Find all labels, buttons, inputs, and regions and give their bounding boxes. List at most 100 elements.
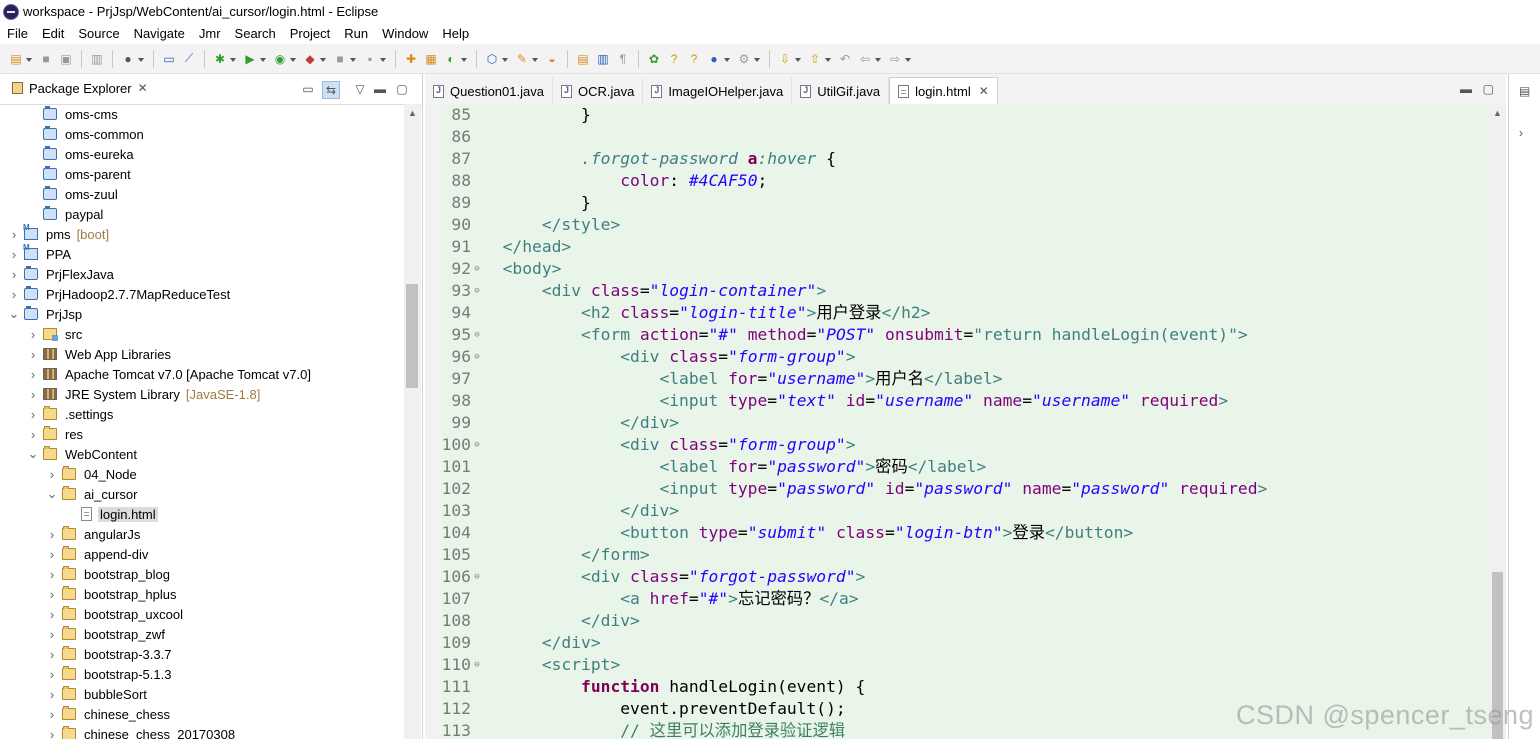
chevron-down-icon[interactable]: ⌄ — [46, 486, 58, 501]
editor-scrollbar[interactable]: ▲ — [1489, 104, 1506, 739]
tree-item[interactable]: › JRE System Library [JavaSE-1.8] — [0, 384, 404, 404]
tree-item[interactable]: › PPA — [0, 243, 404, 264]
code-line[interactable]: 88 color: #4CAF50; — [441, 170, 767, 192]
tree-item[interactable]: oms-parent — [0, 164, 404, 184]
expand-icon[interactable]: › — [1519, 126, 1531, 140]
last-edit-icon[interactable]: ↶ — [837, 51, 853, 67]
new-class-icon[interactable]: ◐ — [443, 51, 467, 67]
annotation-icon[interactable]: ▤ — [575, 51, 591, 67]
code-line[interactable]: 102 <input type="password" id="password"… — [441, 478, 1268, 500]
user-icon[interactable]: ● — [120, 51, 144, 67]
code-line[interactable]: 94 <h2 class="login-title">用户登录</h2> — [441, 302, 930, 324]
show-whitespace-icon[interactable]: ¶ — [615, 51, 631, 67]
code-line[interactable]: 113 // 这里可以添加登录验证逻辑 — [441, 720, 845, 739]
view-menu-icon[interactable]: ▽ — [352, 81, 368, 97]
maximize-icon[interactable]: ▢ — [394, 81, 410, 97]
fold-icon[interactable]: ⊖ — [471, 346, 483, 368]
code-line[interactable]: 107 <a href="#">忘记密码？</a> — [441, 588, 859, 610]
tree-item[interactable]: › src — [0, 324, 404, 344]
pin-icon[interactable]: ⟋ — [181, 51, 197, 67]
editor-tab[interactable]: Question01.java — [425, 78, 553, 104]
chevron-right-icon[interactable]: › — [46, 647, 58, 662]
run-icon[interactable]: ▶ — [242, 51, 266, 67]
fold-icon[interactable]: ⊖ — [471, 258, 483, 280]
code-line[interactable]: 99 </div> — [441, 412, 679, 434]
tree-scrollbar[interactable]: ▲ — [404, 104, 421, 739]
tree-item[interactable]: oms-common — [0, 124, 404, 144]
open-task-icon[interactable]: ◒ — [544, 51, 560, 67]
tree-item[interactable]: › bootstrap-5.1.3 — [0, 664, 404, 684]
tree-item[interactable]: › chinese_chess_20170308 — [0, 724, 404, 739]
fold-icon[interactable]: ⊖ — [471, 654, 483, 676]
terminal-icon[interactable]: ▭ — [161, 51, 177, 67]
new-icon[interactable]: ▤ — [8, 51, 32, 67]
outline-icon[interactable]: ▤ — [1519, 84, 1531, 98]
scroll-up-icon[interactable]: ▲ — [1493, 108, 1502, 118]
code-line[interactable]: 109 </div> — [441, 632, 601, 654]
menu-help[interactable]: Help — [435, 26, 476, 41]
menu-jmr[interactable]: Jmr — [192, 26, 228, 41]
code-line[interactable]: 98 <input type="text" id="username" name… — [441, 390, 1228, 412]
chevron-right-icon[interactable]: › — [27, 387, 39, 402]
stop-icon[interactable]: ■ — [332, 51, 356, 67]
code-editor[interactable]: ▲ 85 } 86 87 .forgot-password a:hover {88… — [425, 104, 1506, 739]
code-line[interactable]: 95 ⊖ <form action="#" method="POST" onsub… — [441, 324, 1247, 346]
code-line[interactable]: 105 </form> — [441, 544, 650, 566]
code-line[interactable]: 97 <label for="username">用户名</label> — [441, 368, 1002, 390]
editor-tab[interactable]: login.html ✕ — [889, 77, 998, 104]
tree-item[interactable]: ⌄ ai_cursor — [0, 484, 404, 504]
code-line[interactable]: 101 <label for="password">密码</label> — [441, 456, 987, 478]
tree-item[interactable]: › append-div — [0, 544, 404, 564]
tree-item[interactable]: › .settings — [0, 404, 404, 424]
back-icon[interactable]: ⇦ — [857, 51, 881, 67]
code-line[interactable]: 110 ⊖ <script> — [441, 654, 621, 676]
tree-item[interactable]: › bootstrap_hplus — [0, 584, 404, 604]
tree-item[interactable]: › PrjHadoop2.7.7MapReduceTest — [0, 284, 404, 304]
fold-icon[interactable]: ⊖ — [471, 434, 483, 456]
print-icon[interactable]: ▥ — [89, 51, 105, 67]
chevron-right-icon[interactable]: › — [46, 587, 58, 602]
close-icon[interactable]: ✕ — [138, 81, 148, 95]
menu-file[interactable]: File — [0, 26, 35, 41]
chevron-right-icon[interactable]: › — [8, 227, 20, 242]
editor-tab[interactable]: ImageIOHelper.java — [643, 78, 793, 104]
open-type-icon[interactable]: ⬡ — [484, 51, 508, 67]
code-line[interactable]: 104 <button type="submit" class="login-b… — [441, 522, 1134, 544]
tree-item[interactable]: › Web App Libraries — [0, 344, 404, 364]
code-line[interactable]: 100 ⊖ <div class="form-group"> — [441, 434, 856, 456]
tree-item[interactable]: › PrjFlexJava — [0, 264, 404, 284]
tree-item[interactable]: oms-zuul — [0, 184, 404, 204]
chevron-right-icon[interactable]: › — [46, 707, 58, 722]
menu-source[interactable]: Source — [71, 26, 126, 41]
code-line[interactable]: 111 function handleLogin(event) { — [441, 676, 866, 698]
code-line[interactable]: 85 } — [441, 104, 590, 126]
code-line[interactable]: 96 ⊖ <div class="form-group"> — [441, 346, 855, 368]
external-tools-icon[interactable]: ◆ — [302, 51, 326, 67]
new-java-project-icon[interactable]: ✚ — [403, 51, 419, 67]
menu-project[interactable]: Project — [283, 26, 337, 41]
chevron-right-icon[interactable]: › — [46, 687, 58, 702]
chevron-right-icon[interactable]: › — [27, 327, 39, 342]
tree-item[interactable]: › bootstrap_uxcool — [0, 604, 404, 624]
menu-search[interactable]: Search — [228, 26, 283, 41]
package-explorer-tab[interactable]: Package Explorer ✕ — [6, 75, 154, 103]
tree-item[interactable]: › bootstrap_blog — [0, 564, 404, 584]
fold-icon[interactable]: ⊖ — [471, 566, 483, 588]
code-line[interactable]: 108 </div> — [441, 610, 640, 632]
link-with-editor-icon[interactable]: ⇆ — [322, 81, 340, 99]
scrollbar-thumb[interactable] — [406, 284, 418, 388]
search-icon[interactable]: ✎ — [514, 51, 538, 67]
minimize-icon[interactable]: ▬ — [372, 81, 388, 97]
code-line[interactable]: 112 event.preventDefault(); — [441, 698, 846, 720]
settings-icon[interactable]: ⚙ — [736, 51, 760, 67]
bug-icon[interactable]: ✿ — [646, 51, 662, 67]
editor-tab[interactable]: OCR.java — [552, 78, 644, 104]
previous-annotation-icon[interactable]: ⇧ — [807, 51, 831, 67]
maximize-icon[interactable]: ▢ — [1483, 82, 1494, 96]
chevron-right-icon[interactable]: › — [46, 567, 58, 582]
close-icon[interactable]: ✕ — [979, 84, 989, 98]
help-icon[interactable]: ? — [666, 51, 682, 67]
chevron-right-icon[interactable]: › — [8, 267, 20, 282]
tree-item[interactable]: › bubbleSort — [0, 684, 404, 704]
tree-item[interactable]: ⌄ WebContent — [0, 444, 404, 464]
